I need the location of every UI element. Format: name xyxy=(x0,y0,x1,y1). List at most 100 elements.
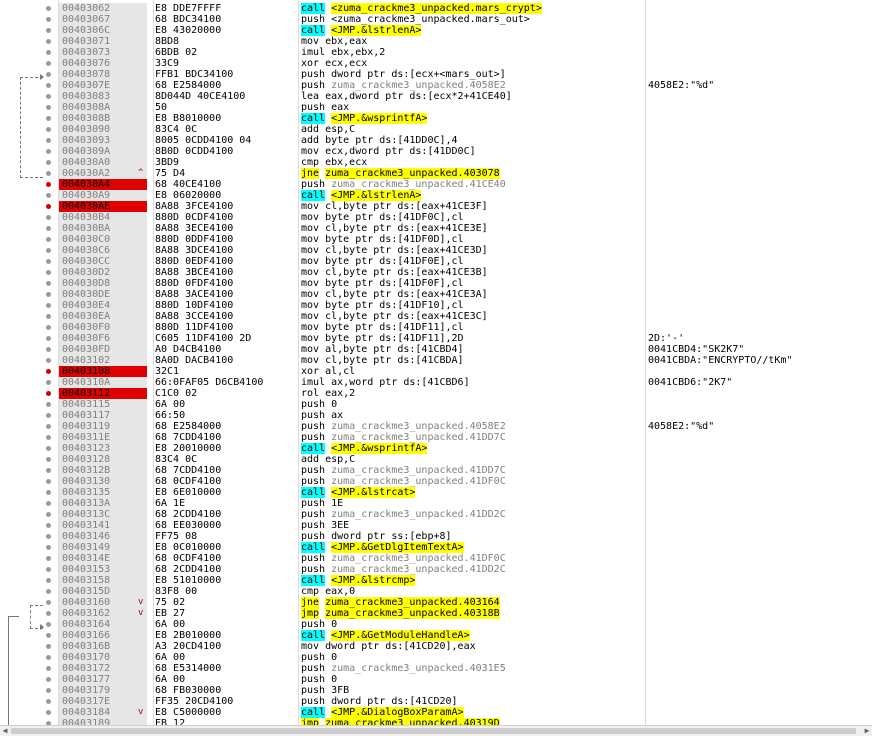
row-instruction[interactable]: call <JMP.&wsprintfA> xyxy=(301,443,646,454)
gutter-dot[interactable] xyxy=(46,589,51,594)
row-address[interactable]: 00403119 xyxy=(59,421,147,432)
disasm-row[interactable]: 00403135 E8 6E010000 call <JMP.&lstrcat> xyxy=(0,487,872,498)
row-instruction[interactable]: mov cl,byte ptr ds:[eax+41CE3D] xyxy=(301,245,646,256)
disasm-row[interactable]: 0040312B 68 7CDD4100 push zuma_crackme3_un… xyxy=(0,465,872,476)
row-gutter[interactable] xyxy=(0,630,58,641)
gutter-dot[interactable] xyxy=(46,644,51,649)
gutter-dot[interactable] xyxy=(46,193,51,198)
row-instruction[interactable]: lea eax,dword ptr ds:[ecx*2+41CE40] xyxy=(301,91,646,102)
gutter-dot[interactable] xyxy=(46,50,51,55)
disasm-row[interactable]: 00403158 E8 51010000 call <JMP.&lstrcmp> xyxy=(0,575,872,586)
row-instruction[interactable]: call <JMP.&DialogBoxParamA> xyxy=(301,707,646,718)
row-instruction[interactable]: push zuma_crackme3_unpacked.41DF0C xyxy=(301,476,646,487)
gutter-dot[interactable] xyxy=(46,699,51,704)
row-instruction[interactable]: push dword ptr ds:[ecx+<mars_out>] xyxy=(301,69,646,80)
row-gutter[interactable] xyxy=(0,3,58,14)
row-gutter[interactable] xyxy=(0,641,58,652)
disasm-row[interactable]: 004030A9 E8 06020000 call <JMP.&lstrlenA> xyxy=(0,190,872,201)
row-gutter[interactable] xyxy=(0,454,58,465)
row-instruction[interactable]: call <JMP.&GetModuleHandleA> xyxy=(301,630,646,641)
row-address[interactable]: 00403164 xyxy=(59,619,147,630)
disasm-row[interactable]: 00403130 68 0CDF4100 push zuma_crackme3_un… xyxy=(0,476,872,487)
gutter-dot[interactable] xyxy=(46,490,51,495)
row-gutter[interactable] xyxy=(0,564,58,575)
row-address[interactable]: 00403153 xyxy=(59,564,147,575)
gutter-dot[interactable] xyxy=(46,61,51,66)
row-gutter[interactable] xyxy=(0,553,58,564)
row-instruction[interactable]: cmp eax,0 xyxy=(301,586,646,597)
gutter-dot[interactable] xyxy=(46,402,51,407)
row-address[interactable]: 00403090 xyxy=(59,124,147,135)
disasm-row[interactable]: 004030E4 880D 10DF4100 mov byte ptr ds:[41… xyxy=(0,300,872,311)
row-gutter[interactable] xyxy=(0,531,58,542)
row-address[interactable]: 00403093 xyxy=(59,135,147,146)
row-instruction[interactable]: push 0 xyxy=(301,674,646,685)
row-gutter[interactable] xyxy=(0,58,58,69)
row-gutter[interactable] xyxy=(0,421,58,432)
row-instruction[interactable]: push 3FB xyxy=(301,685,646,696)
row-instruction[interactable]: call <JMP.&lstrlenA> xyxy=(301,25,646,36)
row-gutter[interactable] xyxy=(0,333,58,344)
row-instruction[interactable]: push zuma_crackme3_unpacked.4058E2 xyxy=(301,80,646,91)
disasm-row[interactable]: 004030BA 8A88 3ECE4100 mov cl,byte ptr ds:… xyxy=(0,223,872,234)
disasm-row[interactable]: 0040311E 68 7CDD4100 push zuma_crackme3_un… xyxy=(0,432,872,443)
row-gutter[interactable] xyxy=(0,135,58,146)
disasm-row[interactable]: 00403062 E8 DDE7FFFF call <zuma_crackme3_u… xyxy=(0,3,872,14)
row-instruction[interactable]: push zuma_crackme3_unpacked.4058E2 xyxy=(301,421,646,432)
row-gutter[interactable] xyxy=(0,399,58,410)
gutter-dot[interactable] xyxy=(46,556,51,561)
disasm-row[interactable]: 004030C0 880D 0DDF4100 mov byte ptr ds:[41… xyxy=(0,234,872,245)
row-instruction[interactable]: push 0 xyxy=(301,619,646,630)
disasm-row[interactable]: 00403146 FF75 08 push dword ptr ss:[ebp+8] xyxy=(0,531,872,542)
row-gutter[interactable] xyxy=(0,124,58,135)
row-address[interactable]: 004030BA xyxy=(59,223,147,234)
row-address[interactable]: 004030CC xyxy=(59,256,147,267)
row-instruction[interactable]: push dword ptr ds:[41CD20] xyxy=(301,696,646,707)
row-instruction[interactable]: push zuma_crackme3_unpacked.41DD7C xyxy=(301,465,646,476)
gutter-dot[interactable] xyxy=(46,160,51,165)
row-gutter[interactable] xyxy=(0,25,58,36)
row-address[interactable]: 00403067 xyxy=(59,14,147,25)
row-address[interactable]: 00403141 xyxy=(59,520,147,531)
row-gutter[interactable] xyxy=(0,608,58,619)
row-gutter[interactable] xyxy=(0,267,58,278)
gutter-dot[interactable] xyxy=(46,116,51,121)
row-address[interactable]: 00403158 xyxy=(59,575,147,586)
row-address[interactable]: 00403115 xyxy=(59,399,147,410)
row-gutter[interactable] xyxy=(0,355,58,366)
gutter-dot[interactable] xyxy=(46,633,51,638)
row-address[interactable]: 0040308B xyxy=(59,113,147,124)
row-address[interactable]: 004030F6 xyxy=(59,333,147,344)
row-instruction[interactable]: cmp ebx,ecx xyxy=(301,157,646,168)
gutter-dot[interactable] xyxy=(46,281,51,286)
disasm-row[interactable]: 004030A4 68 40CE4100 push zuma_crackme3_un… xyxy=(0,179,872,190)
disasm-row[interactable]: 00403153 68 2CDD4100 push zuma_crackme3_un… xyxy=(0,564,872,575)
row-gutter[interactable] xyxy=(0,278,58,289)
row-gutter[interactable] xyxy=(0,476,58,487)
row-address[interactable]: 004030FD xyxy=(59,344,147,355)
row-gutter[interactable] xyxy=(0,498,58,509)
row-instruction[interactable]: push zuma_crackme3_unpacked.41DD2C xyxy=(301,564,646,575)
row-instruction[interactable]: mov byte ptr ds:[41DF0E],cl xyxy=(301,256,646,267)
disasm-row[interactable]: 0040315D 83F8 00 cmp eax,0 xyxy=(0,586,872,597)
disasm-row[interactable]: 0040310A 66:0FAF05 D6CB4100 imul ax,word p… xyxy=(0,377,872,388)
row-address[interactable]: 00403162 xyxy=(59,608,147,619)
disasm-row[interactable]: 00403112 C1C0 02 rol eax,2 xyxy=(0,388,872,399)
row-gutter[interactable] xyxy=(0,245,58,256)
row-address[interactable]: 00403172 xyxy=(59,663,147,674)
row-instruction[interactable]: push zuma_crackme3_unpacked.41DF0C xyxy=(301,553,646,564)
gutter-dot[interactable] xyxy=(46,6,51,11)
gutter-dot[interactable] xyxy=(46,435,51,440)
row-address[interactable]: 00403179 xyxy=(59,685,147,696)
disasm-row[interactable]: 0040313A 6A 1E push 1E xyxy=(0,498,872,509)
row-instruction[interactable]: push zuma_crackme3_unpacked.4031E5 xyxy=(301,663,646,674)
row-instruction[interactable]: call <JMP.&GetDlgItemTextA> xyxy=(301,542,646,553)
row-address[interactable]: 00403102 xyxy=(59,355,147,366)
gutter-dot[interactable] xyxy=(46,567,51,572)
row-address[interactable]: 0040307E xyxy=(59,80,147,91)
disasm-row[interactable]: 0040317E FF35 20CD4100 push dword ptr ds:[… xyxy=(0,696,872,707)
row-address[interactable]: 00403108 xyxy=(59,366,147,377)
disasm-row[interactable]: 004030D8 880D 0FDF4100 mov byte ptr ds:[41… xyxy=(0,278,872,289)
row-gutter[interactable] xyxy=(0,47,58,58)
disasm-row[interactable]: 004030A0 3BD9 cmp ebx,ecx xyxy=(0,157,872,168)
